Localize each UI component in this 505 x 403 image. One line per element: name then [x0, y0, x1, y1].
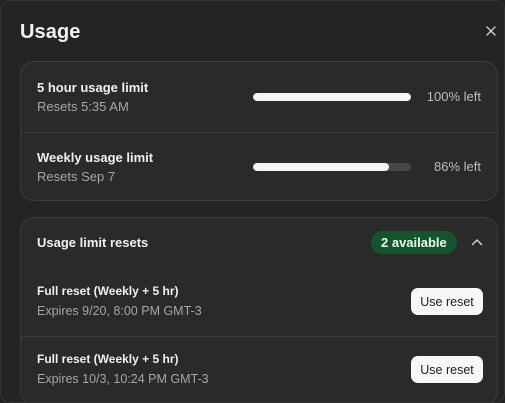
usage-row-subtitle: Resets 5:35 AM	[37, 99, 129, 114]
reset-item-title: Full reset (Weekly + 5 hr)	[37, 284, 179, 298]
usage-progress-bar	[253, 93, 411, 101]
close-icon-glyph	[486, 26, 496, 36]
usage-limits-card: 5 hour usage limit Resets 5:35 AM 100% l…	[20, 61, 498, 201]
use-reset-button[interactable]: Use reset	[411, 288, 483, 315]
usage-limit-resets-card: Usage limit resets 2 available Full rese…	[20, 217, 498, 402]
usage-progress-fill	[253, 93, 411, 101]
close-icon[interactable]	[483, 23, 499, 39]
usage-progress-fill	[253, 163, 389, 171]
available-badge: 2 available	[371, 231, 457, 254]
chevron-up-icon-glyph	[471, 239, 483, 246]
reset-item-title: Full reset (Weekly + 5 hr)	[37, 352, 179, 366]
dialog-header: Usage	[1, 1, 504, 61]
usage-dialog: Usage 5 hour usage limit Resets 5:35 AM …	[0, 0, 505, 403]
usage-percent-left: 86% left	[434, 159, 481, 174]
usage-row-5-hour: 5 hour usage limit Resets 5:35 AM 100% l…	[21, 62, 497, 132]
usage-row-subtitle: Resets Sep 7	[37, 169, 116, 184]
usage-percent-left: 100% left	[426, 89, 481, 104]
resets-header[interactable]: Usage limit resets 2 available	[21, 218, 497, 268]
usage-row-title: 5 hour usage limit	[37, 80, 149, 95]
usage-progress-bar	[253, 163, 411, 171]
dialog-title: Usage	[20, 21, 81, 43]
reset-item: Full reset (Weekly + 5 hr) Expires 9/20,…	[21, 268, 497, 336]
usage-row-weekly: Weekly usage limit Resets Sep 7 86% left	[21, 132, 497, 202]
resets-title: Usage limit resets	[37, 235, 149, 250]
use-reset-button[interactable]: Use reset	[411, 356, 483, 383]
reset-item-expires: Expires 10/3, 10:24 PM GMT-3	[37, 372, 209, 386]
chevron-up-icon[interactable]	[470, 235, 484, 249]
reset-item: Full reset (Weekly + 5 hr) Expires 10/3,…	[21, 336, 497, 402]
usage-row-title: Weekly usage limit	[37, 150, 154, 165]
reset-item-expires: Expires 9/20, 8:00 PM GMT-3	[37, 304, 202, 318]
